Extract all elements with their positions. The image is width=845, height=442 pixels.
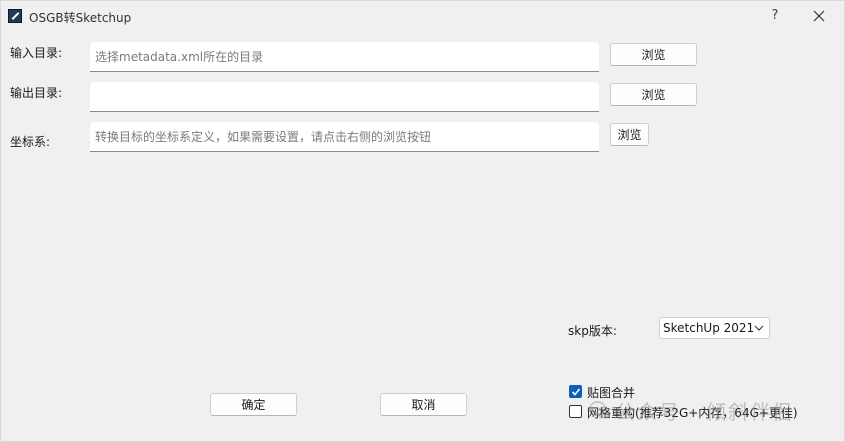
- skp-version-value: SketchUp 2021: [663, 321, 755, 335]
- output-dir-field[interactable]: [90, 82, 599, 112]
- coord-system-browse-button[interactable]: 浏览: [610, 123, 649, 146]
- input-dir-label: 输入目录:: [10, 46, 63, 60]
- close-icon: [813, 10, 825, 22]
- coord-system-label: 坐标系:: [10, 135, 51, 149]
- mesh-rebuild-checkbox[interactable]: [569, 405, 582, 418]
- skp-version-label: skp版本:: [568, 324, 617, 338]
- merge-textures-checkbox[interactable]: [569, 385, 582, 398]
- app-icon: [8, 9, 22, 23]
- merge-textures-label: 贴图合并: [587, 386, 636, 400]
- window-title: OSGB转Sketchup: [29, 11, 132, 25]
- input-dir-browse-button[interactable]: 浏览: [610, 43, 697, 66]
- checkmark-icon: [571, 388, 581, 396]
- mesh-rebuild-label: 网格重构(推荐32G+内存，64G+更佳): [587, 406, 798, 420]
- chevron-down-icon: [754, 325, 764, 331]
- ok-button[interactable]: 确定: [210, 393, 297, 416]
- dialog-window: OSGB转Sketchup ? 输入目录: 浏览 输出目录: 浏览 坐标系: 浏…: [0, 0, 845, 442]
- cancel-button[interactable]: 取消: [380, 393, 467, 416]
- output-dir-browse-button[interactable]: 浏览: [610, 83, 697, 106]
- input-dir-field[interactable]: [90, 42, 599, 72]
- close-button[interactable]: [809, 6, 829, 26]
- help-button[interactable]: ?: [767, 6, 783, 26]
- coord-system-field[interactable]: [90, 122, 599, 152]
- title-bar: OSGB转Sketchup ?: [1, 1, 845, 31]
- skp-version-select[interactable]: SketchUp 2021: [659, 317, 770, 339]
- output-dir-label: 输出目录:: [10, 86, 63, 100]
